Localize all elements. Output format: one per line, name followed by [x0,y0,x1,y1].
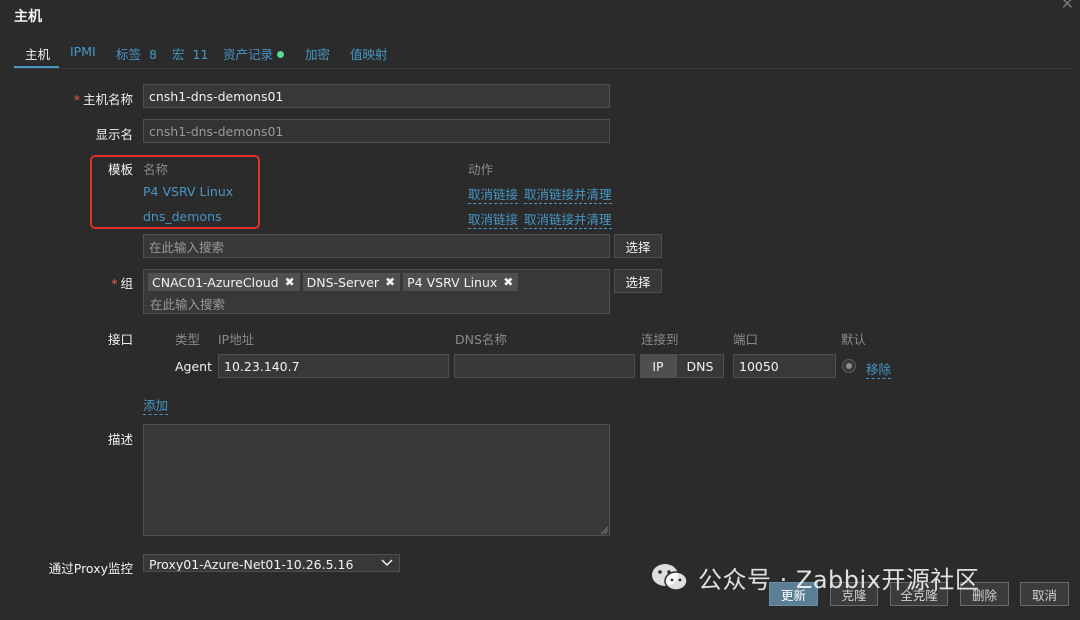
interfaces-header-ip: IP地址 [218,332,255,347]
tab-macros-label: 宏 [172,47,185,62]
watermark-text: 公众号 · Zabbix开源社区 [698,566,980,594]
close-icon[interactable]: ✕ [1061,0,1074,13]
template-select-button[interactable]: 选择 [614,234,662,258]
required-marker: * [73,92,80,107]
tab-tags-label: 标签 [116,47,142,62]
resize-handle-icon[interactable] [600,526,608,534]
status-dot-icon [277,51,285,58]
interface-type: Agent [175,359,212,374]
host-name-label: * 主机名称 [40,89,133,108]
chevron-down-icon [381,559,393,567]
interfaces-label: 接口 [107,332,133,347]
connect-ip-option[interactable]: IP [640,354,676,378]
required-marker: * [111,276,118,291]
interfaces-header-default: 默认 [841,332,867,347]
proxy-select[interactable]: Proxy01-Azure-Net01-10.26.5.16 [143,554,400,572]
groups-label: * 组 [40,273,133,292]
group-chip: CNAC01-AzureCloud ✖ [148,273,300,291]
interfaces-header-dns: DNS名称 [455,332,507,347]
interface-connect-toggle: IP DNS [640,354,724,378]
group-chip-label: P4 VSRV Linux [407,274,498,290]
templates-label: 模板 [107,162,133,177]
host-name-label-text: 主机名称 [82,92,133,107]
tab-ipmi[interactable]: IPMI [70,44,96,59]
template-unlink-clear-button[interactable]: 取消链接并清理 [524,209,612,229]
template-unlink-button[interactable]: 取消链接 [468,209,519,229]
tab-tags-count: 8 [149,47,157,62]
group-search-placeholder: 在此输入搜索 [150,297,226,312]
template-unlink-button[interactable]: 取消链接 [468,184,519,204]
interface-dns-input[interactable] [454,354,635,378]
interfaces-header-port: 端口 [733,332,759,347]
template-search-placeholder: 在此输入搜索 [149,239,225,255]
template-search-input[interactable]: 在此输入搜索 [143,234,610,258]
group-select-button[interactable]: 选择 [614,269,662,293]
cancel-button[interactable]: 取消 [1020,582,1069,606]
template-link-p4-vsrv-linux[interactable]: P4 VSRV Linux [143,184,233,199]
interface-port-input[interactable]: 10050 [733,354,836,378]
connect-dns-option[interactable]: DNS [676,354,724,378]
tab-encryption[interactable]: 加密 [305,44,330,63]
remove-chip-icon[interactable]: ✖ [503,275,513,289]
group-chip: P4 VSRV Linux ✖ [403,273,519,291]
dialog-title: 主机 [14,9,42,25]
visible-name-label: 显示名 [95,127,133,142]
groups-multiselect[interactable]: CNAC01-AzureCloud ✖ DNS-Server ✖ P4 VSRV L… [143,269,610,314]
visible-name-placeholder: cnsh1-dns-demons01 [149,123,284,139]
interfaces-header-type: 类型 [175,332,201,347]
tab-inventory[interactable]: 资产记录 [223,44,285,63]
tab-inventory-label: 资产记录 [223,47,274,62]
templates-col-name: 名称 [143,162,169,177]
radio-dot [846,363,852,369]
group-chips: CNAC01-AzureCloud ✖ DNS-Server ✖ P4 VSRV L… [148,273,521,291]
groups-label-text: 组 [120,276,133,291]
group-chip-label: CNAC01-AzureCloud [152,274,279,290]
wechat-icon [652,563,688,591]
visible-name-input[interactable]: cnsh1-dns-demons01 [143,119,610,143]
add-interface-link[interactable]: 添加 [143,395,169,415]
tab-tags[interactable]: 标签 8 [116,44,157,63]
templates-col-action: 动作 [468,162,494,177]
tabs-divider [14,68,1072,69]
watermark: 公众号 · Zabbix开源社区 [650,560,979,595]
tab-host[interactable]: 主机 [25,44,50,63]
proxy-select-value: Proxy01-Azure-Net01-10.26.5.16 [149,557,354,572]
tab-value-mapping[interactable]: 值映射 [350,44,388,63]
template-unlink-clear-button[interactable]: 取消链接并清理 [524,184,612,204]
tab-macros-count: 11 [192,47,209,62]
group-chip-label: DNS-Server [306,274,380,290]
description-textarea[interactable] [143,424,610,536]
active-tab-indicator [14,66,59,68]
group-chip: DNS-Server ✖ [302,273,401,291]
tab-macros[interactable]: 宏 11 [172,44,208,63]
interface-remove-link[interactable]: 移除 [866,359,892,379]
remove-chip-icon[interactable]: ✖ [385,275,395,289]
proxy-label: 通过Proxy监控 [48,561,133,576]
description-label: 描述 [107,432,133,447]
interfaces-header-connect: 连接到 [641,332,679,347]
host-name-input[interactable]: cnsh1-dns-demons01 [143,84,610,108]
interface-ip-input[interactable]: 10.23.140.7 [218,354,449,378]
interface-default-radio[interactable] [842,359,856,373]
template-link-dns-demons[interactable]: dns_demons [143,209,222,224]
remove-chip-icon[interactable]: ✖ [285,275,295,289]
